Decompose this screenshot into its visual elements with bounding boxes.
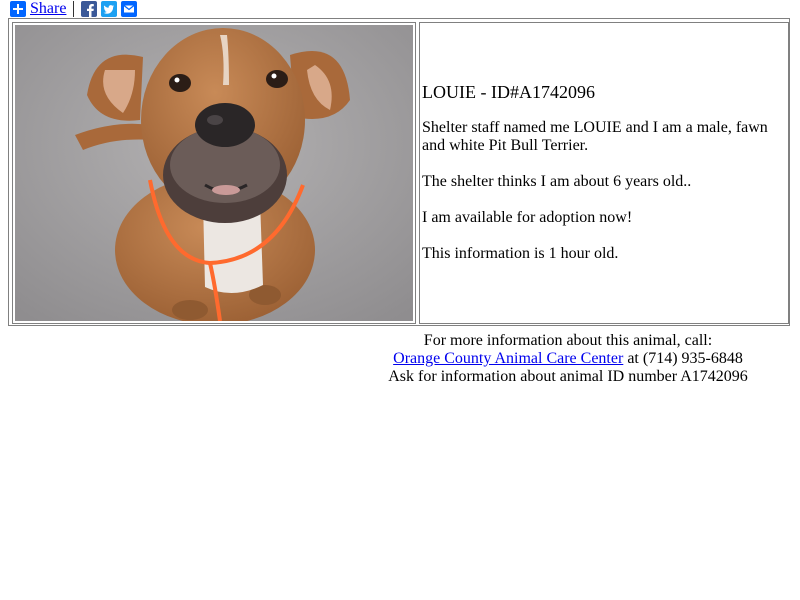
- info-freshness: This information is 1 hour old.: [422, 245, 619, 262]
- info-content: LOUIE - ID#A1742096 Shelter staff named …: [422, 81, 784, 281]
- email-icon[interactable]: [121, 1, 138, 17]
- shelter-link[interactable]: Orange County Animal Care Center: [393, 350, 623, 367]
- animal-description: Shelter staff named me LOUIE and I am a …: [422, 119, 768, 154]
- contact-footer: For more information about this animal, …: [330, 332, 800, 386]
- animal-photo[interactable]: [15, 25, 413, 321]
- animal-table: LOUIE - ID#A1742096 Shelter staff named …: [8, 18, 790, 326]
- share-plus-icon[interactable]: [10, 1, 26, 17]
- contact-line: Orange County Animal Care Center at (714…: [330, 350, 800, 368]
- animal-title: LOUIE - ID#A1742096: [422, 82, 595, 102]
- photo-cell: [12, 22, 416, 324]
- animal-availability: I am available for adoption now!: [422, 209, 633, 226]
- shelter-phone: at (714) 935-6848: [623, 350, 743, 367]
- contact-ask: Ask for information about animal ID numb…: [388, 368, 748, 385]
- share-link[interactable]: Share: [30, 0, 66, 18]
- info-cell: LOUIE - ID#A1742096 Shelter staff named …: [419, 22, 789, 324]
- facebook-icon[interactable]: [81, 1, 98, 17]
- animal-age: The shelter thinks I am about 6 years ol…: [422, 173, 692, 190]
- twitter-icon[interactable]: [101, 1, 118, 17]
- share-bar: Share: [10, 0, 141, 18]
- share-divider: [73, 1, 75, 17]
- contact-intro: For more information about this animal, …: [423, 332, 713, 349]
